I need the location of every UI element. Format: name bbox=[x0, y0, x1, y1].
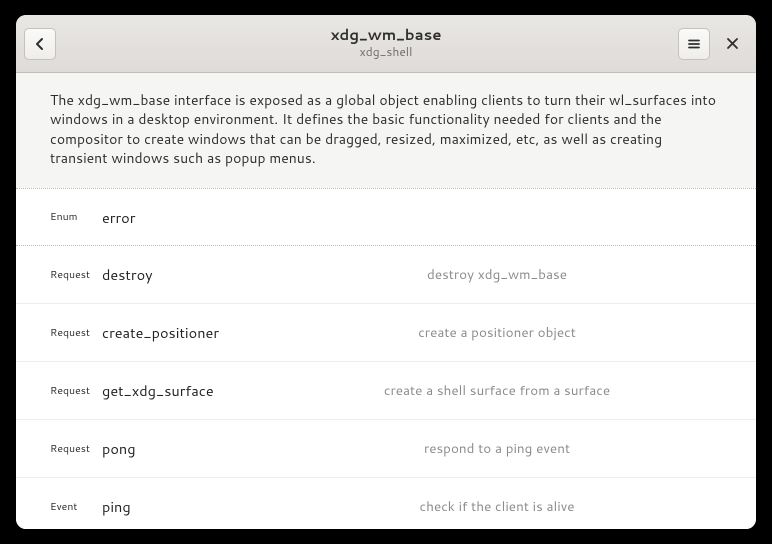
app-window: xdg_wm_base xdg_shell The xdg_wm_base in… bbox=[16, 15, 756, 529]
member-name: ping bbox=[102, 496, 272, 517]
menu-button[interactable] bbox=[678, 28, 710, 60]
list-item[interactable]: Requestcreate_positionercreate a positio… bbox=[16, 304, 756, 362]
chevron-left-icon bbox=[33, 37, 47, 51]
member-summary: create a shell surface from a surface bbox=[272, 381, 722, 400]
list-item[interactable]: Eventpingcheck if the client is alive bbox=[16, 478, 756, 529]
header-bar: xdg_wm_base xdg_shell bbox=[16, 15, 756, 73]
member-name: create_positioner bbox=[102, 322, 272, 343]
member-summary: destroy xdg_wm_base bbox=[272, 265, 722, 284]
member-kind: Request bbox=[50, 326, 102, 340]
member-name: pong bbox=[102, 438, 272, 459]
list-item[interactable]: Requestpongrespond to a ping event bbox=[16, 420, 756, 478]
member-kind: Request bbox=[50, 384, 102, 398]
close-button[interactable] bbox=[716, 28, 748, 60]
member-kind: Enum bbox=[50, 210, 102, 224]
member-summary: check if the client is alive bbox=[272, 497, 722, 516]
member-list[interactable]: EnumerrorRequestdestroydestroy xdg_wm_ba… bbox=[16, 188, 756, 529]
member-kind: Event bbox=[50, 500, 102, 514]
member-name: get_xdg_surface bbox=[102, 380, 272, 401]
hamburger-icon bbox=[687, 37, 701, 51]
member-summary: respond to a ping event bbox=[272, 439, 722, 458]
member-name: error bbox=[102, 207, 272, 228]
list-item[interactable]: Requestdestroydestroy xdg_wm_base bbox=[16, 246, 756, 304]
window-title: xdg_wm_base bbox=[16, 27, 756, 44]
member-summary: create a positioner object bbox=[272, 323, 722, 342]
member-kind: Request bbox=[50, 442, 102, 456]
list-item[interactable]: Enumerror bbox=[16, 188, 756, 246]
member-kind: Request bbox=[50, 268, 102, 282]
close-icon bbox=[726, 37, 739, 50]
window-subtitle: xdg_shell bbox=[16, 43, 756, 60]
interface-description: The xdg_wm_base interface is exposed as … bbox=[16, 73, 756, 188]
list-item[interactable]: Requestget_xdg_surfacecreate a shell sur… bbox=[16, 362, 756, 420]
back-button[interactable] bbox=[24, 28, 56, 60]
member-name: destroy bbox=[102, 264, 272, 285]
